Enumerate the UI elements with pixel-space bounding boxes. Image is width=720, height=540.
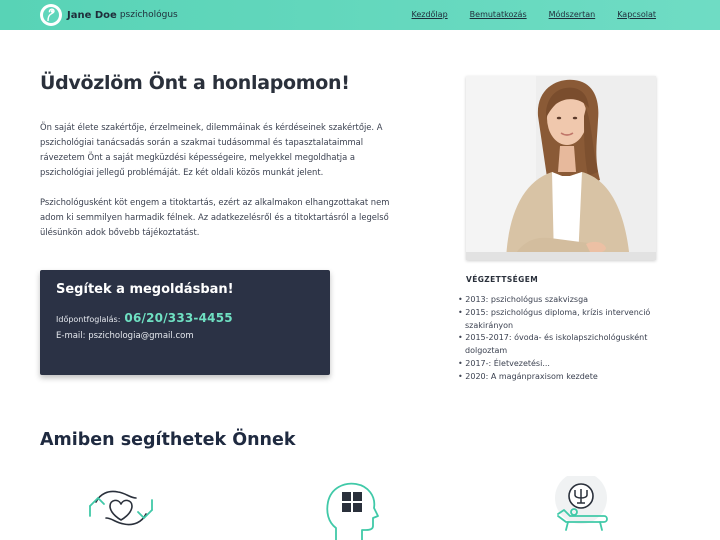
education-heading: VÉGZETTSÉGEM [466, 275, 539, 284]
psychology-couch-icon [546, 472, 616, 540]
brand-logo-icon [40, 4, 62, 26]
nav-link-about[interactable]: Bemutatkozás [470, 10, 527, 19]
booking-label: Időpontfoglalás: [56, 315, 121, 324]
top-navigation-bar: Jane Doe pszichológus Kezdőlap Bemutatko… [0, 0, 720, 30]
phone-number[interactable]: 06/20/333-4455 [124, 311, 232, 325]
education-item: 2015-2017: óvoda- és iskolapszichológusk… [458, 332, 658, 358]
education-item: 2020: A magánpraxisom kezdete [458, 371, 658, 384]
page-title: Üdvözlöm Önt a honlapomon! [40, 72, 350, 94]
confidentiality-paragraph: Pszichológusként köt engem a titoktartás… [40, 197, 390, 237]
contact-card-title: Segítek a megoldásban! [56, 282, 234, 297]
head-puzzle-icon [316, 476, 386, 540]
brand-name: Jane Doe [67, 9, 117, 21]
services-heading: Amiben segíthetek Önnek [40, 430, 296, 450]
intro-paragraph: Ön saját élete szakértője, érzelmeinek, … [40, 122, 383, 177]
hands-heart-icon [86, 476, 156, 540]
main-nav: Kezdőlap Bemutatkozás Módszertan Kapcsol… [390, 10, 657, 19]
portrait-photo [466, 76, 656, 260]
nav-link-contact[interactable]: Kapcsolat [617, 10, 656, 19]
brand[interactable]: Jane Doe pszichológus [40, 4, 178, 26]
email-line[interactable]: E-mail: pszichologia@gmail.com [56, 331, 314, 341]
contact-card: Segítek a megoldásban! Időpontfoglalás: … [40, 270, 330, 375]
education-list: 2013: pszichológus szakvizsga 2015: pszi… [458, 294, 658, 384]
education-item: 2015: pszichológus diploma, krízis inter… [458, 307, 658, 333]
booking-row: Időpontfoglalás: 06/20/333-4455 [56, 311, 314, 325]
education-item: 2013: pszichológus szakvizsga [458, 294, 658, 307]
brand-subtitle: pszichológus [119, 10, 178, 20]
nav-link-method[interactable]: Módszertan [549, 10, 596, 19]
nav-link-home[interactable]: Kezdőlap [412, 10, 448, 19]
education-item: 2017-: Életvezetési... [458, 358, 658, 371]
